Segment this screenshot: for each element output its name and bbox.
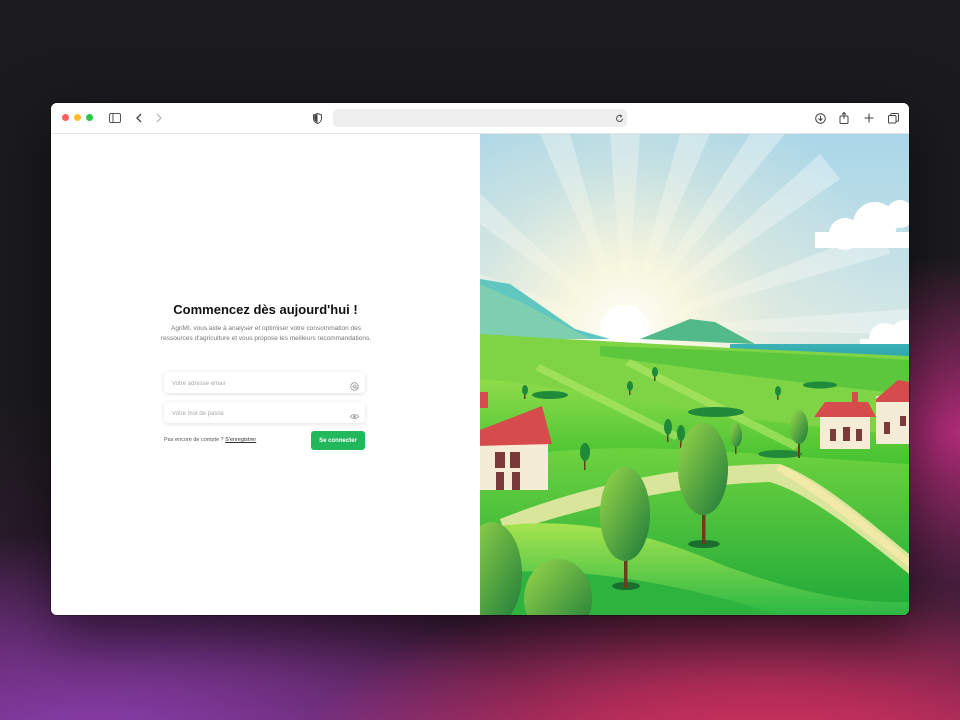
new-tab-icon[interactable] [861,110,877,126]
zoom-window-button[interactable] [86,114,93,121]
close-window-button[interactable] [62,114,69,121]
browser-window: Commencez dès aujourd'hui ! AgriMI, vous… [51,103,909,615]
login-button[interactable]: Se connecter [311,431,365,450]
address-bar[interactable] [333,109,627,127]
page-description: AgriMI, vous aide à analyser et optimise… [160,325,372,342]
farm-landscape-illustration [480,134,909,615]
browser-toolbar [51,103,909,134]
signup-prompt: Pas encore de compte ? S'enregistrer [164,437,256,443]
download-icon[interactable] [812,110,828,126]
email-input[interactable] [164,373,342,395]
password-input[interactable] [164,403,342,425]
forward-icon[interactable] [151,110,167,126]
signup-prompt-text: Pas encore de compte ? [164,437,226,443]
shield-icon[interactable] [309,110,325,126]
sidebar-icon[interactable] [107,110,123,126]
back-icon[interactable] [131,110,147,126]
share-icon[interactable] [836,110,852,126]
minimize-window-button[interactable] [74,114,81,121]
signup-link[interactable]: S'enregistrer [225,437,256,443]
login-panel: Commencez dès aujourd'hui ! AgriMI, vous… [51,134,480,615]
tabs-overview-icon[interactable] [885,110,901,126]
reload-icon[interactable] [611,110,627,126]
eye-icon[interactable] [350,408,359,419]
page-title: Commencez dès aujourd'hui ! [173,302,358,317]
landscape-image [480,134,909,615]
at-sign-icon [350,378,359,391]
page-content: Commencez dès aujourd'hui ! AgriMI, vous… [51,134,909,615]
password-field[interactable] [164,402,365,425]
email-field[interactable] [164,372,365,395]
